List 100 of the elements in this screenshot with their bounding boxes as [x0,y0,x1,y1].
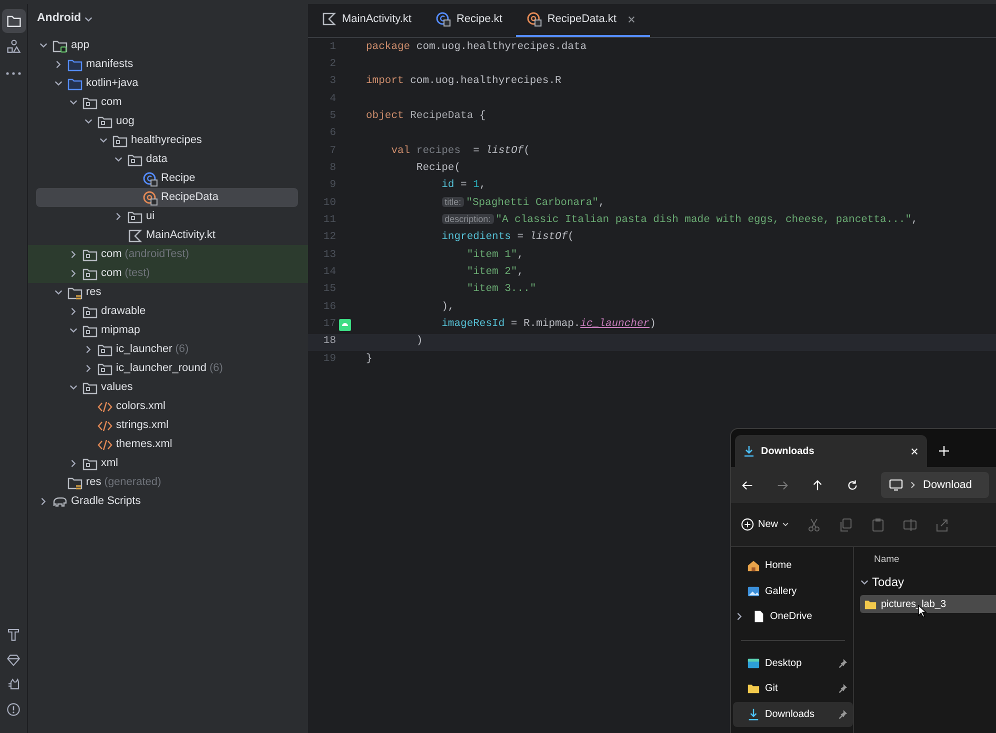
pin-icon [838,710,847,719]
tree-item[interactable]: MainActivity.kt [28,226,308,245]
chevron-down-icon [98,136,108,145]
code-line: imageResId = R.mipmap.ic_launcher) [440,317,656,332]
download-icon [747,708,760,721]
chevron-right-icon [114,212,122,221]
share-icon[interactable] [935,518,950,532]
window-tab[interactable]: Downloads [735,435,927,467]
tree-item[interactable]: colors.xml [28,397,308,416]
chevron-right-icon [735,612,744,622]
view-selector[interactable]: Android [37,10,94,28]
code-line: Recipe( [415,161,461,176]
new-button[interactable]: New [741,517,790,532]
refresh-icon[interactable] [846,478,859,492]
more-icon [6,72,21,74]
tree-item[interactable]: uog [28,112,308,131]
code-line: "item 1", [466,248,524,263]
address-bar[interactable]: Download [881,472,989,498]
sidebar-item[interactable]: Desktop [733,650,853,676]
tree-item[interactable]: app [28,36,308,55]
tree-item[interactable]: com [28,93,308,112]
shapes-icon [6,39,22,55]
tree-item[interactable]: res (generated) [28,473,308,492]
code-line: id = 1, [440,178,486,194]
tree-item[interactable]: themes.xml [28,435,308,454]
tree-item[interactable]: mipmap [28,321,308,340]
chevron-down-icon [68,383,78,392]
tree-item[interactable]: healthyrecipes [28,131,308,150]
back-icon[interactable] [741,478,754,492]
plus-icon[interactable] [939,446,949,456]
chevron-right-icon [84,364,92,373]
tree-item[interactable]: manifests [28,55,308,74]
chevron-down-icon [54,79,62,88]
column-header[interactable]: Name [860,553,996,568]
tree-item[interactable]: xml [28,454,308,473]
tree-item[interactable]: com (androidTest) [28,245,308,264]
line-number: 18 [322,334,336,350]
pin-icon [838,658,847,668]
download-icon [743,445,755,457]
scissors-icon[interactable] [807,518,822,532]
object-icon [526,11,542,27]
gem-icon[interactable] [6,652,21,667]
tree-item[interactable]: kotlin+java [28,74,308,93]
kotlin-file-icon [127,228,143,244]
up-arrow-icon[interactable] [811,478,824,492]
code-line: ingredients = listOf( [440,230,574,246]
tree-item[interactable]: drawable [28,302,308,321]
monitor-icon [889,479,903,491]
group-header[interactable]: Today [872,573,904,592]
chevron-right-icon [909,481,917,489]
tree-item[interactable]: res [28,283,308,302]
clipboard-icon[interactable] [871,518,886,532]
chevron-right-icon [68,269,78,278]
object-icon [142,190,158,206]
tree-item[interactable]: Gradle Scripts [28,492,308,511]
hammer-icon[interactable] [6,627,21,642]
tree-item[interactable]: RecipeData [36,188,298,207]
chevron-down-icon [84,14,94,24]
code-line: import com.uog.healthyrecipes.R [366,74,562,90]
code-line: title: "Spaghetti Carbonara", [366,196,605,212]
sidebar-item[interactable]: Gallery [733,578,853,604]
tool-window-button[interactable] [2,9,26,33]
code-line: } [366,352,372,367]
cat-icon[interactable] [6,677,21,692]
folder-icon [6,13,22,29]
warning-circle-icon[interactable] [6,702,21,717]
code-line: "item 3..." [466,282,536,298]
chevron-down-icon [68,98,78,107]
editor-tab[interactable]: Recipe.kt [425,3,516,37]
code-line: object RecipeData { [366,109,486,124]
tree-item[interactable]: Recipe [28,169,308,188]
tree-item[interactable]: ic_launcher_round (6) [28,359,308,378]
file-item[interactable]: pictures_lab_3 [860,595,996,614]
pin-icon [838,684,847,694]
copy-icon[interactable] [839,518,854,532]
tree-item[interactable]: data [28,150,308,169]
chevron-down-icon [114,155,122,164]
rename-icon[interactable] [903,518,918,532]
forward-icon[interactable] [776,478,789,492]
sidebar-item[interactable]: OneDrive [733,604,853,630]
tree-item[interactable]: ui [28,207,308,226]
chevron-down-icon [68,326,78,335]
sidebar-item[interactable]: Git [733,676,853,702]
chevron-down-icon [860,578,869,587]
path-segment[interactable]: Download [923,476,972,494]
picture-icon [747,584,760,598]
tree-item[interactable]: com (test) [28,264,308,283]
chevron-right-icon [68,307,78,316]
chevron-down-icon [54,288,62,297]
desktop-icon [747,656,760,670]
tree-item[interactable]: strings.xml [28,416,308,435]
sidebar-item[interactable]: Downloads [733,702,853,727]
tab-title: Downloads [761,444,816,458]
sidebar-item[interactable]: Home [733,553,853,578]
chevron-down-icon [84,117,92,126]
tree-item[interactable]: values [28,378,308,397]
editor-tab[interactable]: MainActivity.kt [311,3,426,37]
chevron-right-icon [84,345,92,354]
editor-tab[interactable]: RecipeData.kt [516,3,650,37]
tree-item[interactable]: ic_launcher (6) [28,340,308,359]
